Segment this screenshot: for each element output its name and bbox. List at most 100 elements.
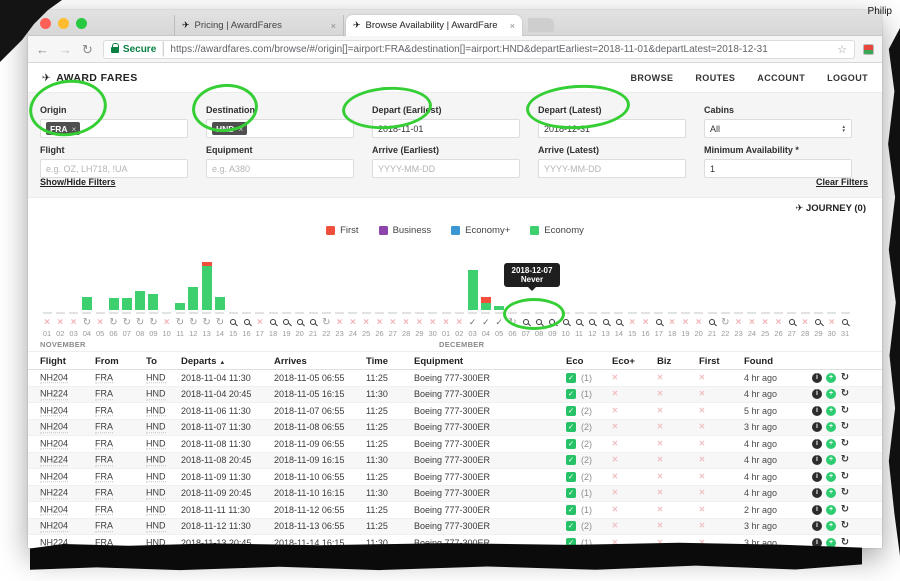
cell-to[interactable]: HND <box>146 471 166 483</box>
row-refresh-button[interactable]: ↻ <box>840 422 850 432</box>
day-status-x-icon[interactable]: × <box>67 317 81 328</box>
chart-bar[interactable] <box>135 291 145 310</box>
chart-bar[interactable] <box>468 270 478 310</box>
column-header-time[interactable]: Time <box>366 356 388 367</box>
eco-availability-checkbox[interactable]: ✓ <box>566 406 576 416</box>
day-status-check-icon[interactable]: ✓ <box>466 317 480 327</box>
address-bar[interactable]: Secure | https://awardfares.com/browse/#… <box>103 40 855 59</box>
row-add-to-journey-button[interactable]: + <box>826 488 836 498</box>
row-add-to-journey-button[interactable]: + <box>826 455 836 465</box>
day-status-search-icon[interactable] <box>811 317 825 327</box>
day-status-search-icon[interactable] <box>599 317 613 327</box>
day-status-sync-icon[interactable]: ↻ <box>173 317 187 328</box>
bookmark-star-icon[interactable]: ☆ <box>837 43 847 56</box>
reload-icon[interactable]: ↻ <box>82 43 93 56</box>
filter-input[interactable]: YYYY-MM-DD <box>372 159 520 178</box>
day-status-x-icon[interactable]: × <box>399 317 413 328</box>
day-status-x-icon[interactable]: × <box>386 317 400 328</box>
column-header-flight[interactable]: Flight <box>40 356 66 367</box>
day-status-x-icon[interactable]: × <box>412 317 426 328</box>
row-refresh-button[interactable]: ↻ <box>840 373 850 383</box>
day-status-search-icon[interactable] <box>306 317 320 327</box>
minimize-window-button[interactable] <box>58 18 69 29</box>
day-status-search-icon[interactable] <box>226 317 240 327</box>
cell-to[interactable]: HND <box>146 504 166 516</box>
cell-flight[interactable]: NH204 <box>40 471 68 483</box>
eco-availability-checkbox[interactable]: ✓ <box>566 488 576 498</box>
cell-to[interactable]: HND <box>146 422 166 434</box>
row-refresh-button[interactable]: ↻ <box>840 389 850 399</box>
row-refresh-button[interactable]: ↻ <box>840 538 850 548</box>
day-status-x-icon[interactable]: × <box>758 317 772 328</box>
row-info-button[interactable]: i <box>812 389 822 399</box>
browser-tab-1[interactable]: ✈Pricing | AwardFares× <box>174 15 344 36</box>
zoom-window-button[interactable] <box>76 18 87 29</box>
nav-item-account[interactable]: ACCOUNT <box>757 73 805 83</box>
eco-availability-checkbox[interactable]: ✓ <box>566 439 576 449</box>
chart-bar[interactable] <box>188 287 198 310</box>
row-add-to-journey-button[interactable]: + <box>826 439 836 449</box>
cell-to[interactable]: HND <box>146 488 166 500</box>
row-add-to-journey-button[interactable]: + <box>826 422 836 432</box>
cell-flight[interactable]: NH204 <box>40 504 68 516</box>
day-status-sync-icon[interactable]: ↻ <box>146 317 160 328</box>
new-tab-button[interactable] <box>528 18 554 32</box>
chart-bar[interactable] <box>122 298 132 310</box>
day-status-x-icon[interactable]: × <box>732 317 746 328</box>
chart-bar[interactable] <box>175 303 185 310</box>
day-status-check-icon[interactable]: ✓ <box>479 317 493 327</box>
chart-bar[interactable] <box>481 297 491 310</box>
column-header-eco[interactable]: Eco <box>566 356 583 367</box>
row-info-button[interactable]: i <box>812 422 822 432</box>
nav-item-routes[interactable]: ROUTES <box>695 73 735 83</box>
cell-to[interactable]: HND <box>146 372 166 384</box>
show-hide-filters-link[interactable]: Show/Hide Filters <box>40 177 116 187</box>
cell-to[interactable]: HND <box>146 438 166 450</box>
cell-from[interactable]: FRA <box>95 471 113 483</box>
nav-item-logout[interactable]: LOGOUT <box>827 73 868 83</box>
nav-item-browse[interactable]: BROWSE <box>630 73 673 83</box>
column-header-arrives[interactable]: Arrives <box>274 356 307 367</box>
cell-from[interactable]: FRA <box>95 455 113 467</box>
day-status-sync-icon[interactable]: ↻ <box>213 317 227 328</box>
row-add-to-journey-button[interactable]: + <box>826 389 836 399</box>
column-header-from[interactable]: From <box>95 356 119 367</box>
cell-flight[interactable]: NH224 <box>40 488 68 500</box>
tab-close-icon[interactable]: × <box>510 21 515 31</box>
day-status-search-icon[interactable] <box>293 317 307 327</box>
day-status-x-icon[interactable]: × <box>373 317 387 328</box>
filter-input[interactable]: e.g. OZ, LH718, !UA <box>40 159 188 178</box>
row-refresh-button[interactable]: ↻ <box>840 455 850 465</box>
filter-input[interactable]: 1 <box>704 159 852 178</box>
cell-from[interactable]: FRA <box>95 389 113 401</box>
day-status-sync-icon[interactable]: ↻ <box>186 317 200 328</box>
day-status-x-icon[interactable]: × <box>639 317 653 328</box>
close-window-button[interactable] <box>40 18 51 29</box>
day-status-x-icon[interactable]: × <box>359 317 373 328</box>
eco-availability-checkbox[interactable]: ✓ <box>566 422 576 432</box>
eco-availability-checkbox[interactable]: ✓ <box>566 455 576 465</box>
day-status-x-icon[interactable]: × <box>692 317 706 328</box>
row-add-to-journey-button[interactable]: + <box>826 373 836 383</box>
day-status-sync-icon[interactable]: ↻ <box>319 317 333 328</box>
column-header-ecoplus[interactable]: Eco+ <box>612 356 635 367</box>
day-status-sync-icon[interactable]: ↻ <box>718 317 732 328</box>
day-status-search-icon[interactable] <box>652 317 666 327</box>
cell-from[interactable]: FRA <box>95 521 113 533</box>
day-status-search-icon[interactable] <box>785 317 799 327</box>
day-status-x-icon[interactable]: × <box>93 317 107 328</box>
chart-bar[interactable] <box>109 298 119 310</box>
cell-to[interactable]: HND <box>146 389 166 401</box>
row-info-button[interactable]: i <box>812 488 822 498</box>
tab-close-icon[interactable]: × <box>331 21 336 31</box>
day-status-x-icon[interactable]: × <box>825 317 839 328</box>
cell-to[interactable]: HND <box>146 455 166 467</box>
url-text[interactable]: https://awardfares.com/browse/#/origin[]… <box>170 44 831 55</box>
cell-flight[interactable]: NH204 <box>40 405 68 417</box>
row-refresh-button[interactable]: ↻ <box>840 439 850 449</box>
row-info-button[interactable]: i <box>812 406 822 416</box>
day-status-x-icon[interactable]: × <box>346 317 360 328</box>
column-header-equipment[interactable]: Equipment <box>414 356 463 367</box>
cell-from[interactable]: FRA <box>95 372 113 384</box>
chart-bar[interactable] <box>82 297 92 310</box>
